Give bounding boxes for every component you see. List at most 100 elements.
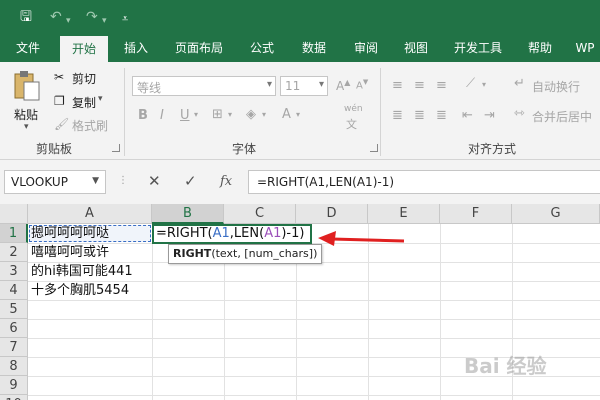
orientation-dropdown-icon[interactable]: ▾: [482, 80, 486, 89]
formula-input[interactable]: =RIGHT(A1,LEN(A1)-1): [248, 170, 600, 194]
select-all-corner[interactable]: [0, 204, 28, 224]
align-top-icon[interactable]: ≡: [392, 78, 403, 93]
tab-view[interactable]: 视图: [394, 34, 438, 62]
customize-icon[interactable]: ⩡: [122, 10, 128, 28]
phonetic-char-icon: 文: [346, 118, 357, 131]
cell-a2[interactable]: 嘻嘻呵呵或许: [28, 243, 109, 262]
group-separator: [380, 68, 381, 156]
undo-dropdown-icon[interactable]: ▾: [66, 12, 71, 30]
paste-button[interactable]: 粘贴 ▾: [10, 70, 44, 134]
row-header-6[interactable]: 6: [0, 319, 28, 338]
shrink-font-icon[interactable]: A▼: [356, 78, 368, 91]
gridline: [28, 300, 600, 301]
name-box-value: VLOOKUP: [11, 175, 68, 189]
row-header-3[interactable]: 3: [0, 262, 28, 281]
border-dropdown-icon[interactable]: ▾: [228, 110, 232, 119]
ribbon: 粘贴 ▾ ✂ 剪切 ❐ 复制 ▾ 🖌 格式刷 剪贴板 等线 ▾ 11 ▾ A▲ …: [0, 62, 600, 160]
tooltip-arguments: (text, [num_chars]): [211, 247, 318, 260]
underline-button[interactable]: U: [180, 108, 190, 123]
enter-button[interactable]: ✓: [184, 172, 197, 190]
column-header-f[interactable]: F: [440, 204, 512, 224]
tooltip-function-name[interactable]: RIGHT: [173, 247, 211, 260]
font-launcher-icon[interactable]: [370, 144, 378, 152]
underline-dropdown-icon[interactable]: ▾: [194, 110, 198, 119]
tab-page-layout[interactable]: 页面布局: [166, 34, 232, 62]
cell-a3[interactable]: 的hi韩国可能441: [28, 262, 133, 281]
bold-button[interactable]: B: [138, 108, 148, 123]
row-header-7[interactable]: 7: [0, 338, 28, 357]
cell-a4[interactable]: 十多个胸肌5454: [28, 281, 129, 300]
border-icon[interactable]: ⊞: [212, 107, 223, 122]
wrap-text-button[interactable]: 自动换行: [532, 78, 580, 95]
row-header-8[interactable]: 8: [0, 357, 28, 376]
tab-data[interactable]: 数据: [292, 34, 336, 62]
more-icon: ⋮: [118, 175, 128, 186]
increase-indent-icon[interactable]: ⇥: [484, 108, 495, 123]
gridline: [28, 395, 600, 396]
insert-function-button[interactable]: fx: [220, 174, 232, 189]
name-box[interactable]: VLOOKUP ▼: [4, 170, 106, 194]
tab-developer[interactable]: 开发工具: [446, 34, 510, 62]
redo-dropdown-icon[interactable]: ▾: [102, 12, 107, 30]
save-icon[interactable]: 🖫: [20, 8, 32, 26]
column-header-c[interactable]: C: [224, 204, 296, 224]
phonetic-icon[interactable]: wén: [344, 104, 363, 114]
chevron-down-icon: ▾: [318, 79, 324, 90]
copy-dropdown-icon[interactable]: ▾: [98, 94, 103, 104]
tab-review[interactable]: 审阅: [344, 34, 388, 62]
wrap-text-icon[interactable]: ↵: [514, 76, 525, 91]
redo-icon[interactable]: ↷: [86, 8, 98, 26]
annotation-arrow: [318, 231, 405, 246]
align-left-icon[interactable]: ≣: [392, 108, 403, 123]
font-size-value: 11: [285, 79, 301, 93]
tab-formulas[interactable]: 公式: [240, 34, 284, 62]
align-right-icon[interactable]: ≣: [436, 108, 447, 123]
align-middle-icon[interactable]: ≡: [414, 78, 425, 93]
font-name-combo[interactable]: 等线 ▾: [132, 76, 276, 96]
italic-button[interactable]: I: [160, 108, 164, 123]
row-header-10[interactable]: 10: [0, 395, 28, 400]
undo-icon[interactable]: ↶: [50, 8, 62, 26]
row-header-1[interactable]: 1: [0, 224, 28, 243]
merge-center-icon[interactable]: ⇿: [514, 106, 525, 121]
chevron-down-icon: ▼: [92, 176, 99, 186]
tab-help[interactable]: 帮助: [518, 34, 562, 62]
font-color-dropdown-icon[interactable]: ▾: [296, 110, 300, 119]
title-bar: 🖫 ↶ ▾ ↷ ▾ ⩡: [0, 0, 600, 34]
function-tooltip[interactable]: RIGHT(text, [num_chars]): [168, 244, 323, 264]
align-center-icon[interactable]: ≣: [414, 108, 425, 123]
column-header-g[interactable]: G: [512, 204, 600, 224]
copy-button[interactable]: 复制: [72, 94, 96, 111]
column-header-d[interactable]: D: [296, 204, 368, 224]
font-color-icon[interactable]: A: [282, 107, 291, 122]
tab-insert[interactable]: 插入: [114, 34, 158, 62]
tab-wps[interactable]: WP: [570, 34, 600, 62]
cell-a1[interactable]: 摁呵呵呵呵哒: [28, 224, 109, 243]
decrease-indent-icon[interactable]: ⇤: [462, 108, 473, 123]
tab-home[interactable]: 开始: [60, 36, 108, 62]
row-header-5[interactable]: 5: [0, 300, 28, 319]
column-header-e[interactable]: E: [368, 204, 440, 224]
formula-part: =RIGHT(: [156, 226, 213, 241]
column-header-b[interactable]: B: [152, 204, 224, 224]
clipboard-launcher-icon[interactable]: [112, 144, 120, 152]
fill-color-icon[interactable]: ◈: [246, 107, 256, 122]
column-header-a[interactable]: A: [28, 204, 152, 224]
align-bottom-icon[interactable]: ≡: [436, 78, 447, 93]
row-header-4[interactable]: 4: [0, 281, 28, 300]
cancel-button[interactable]: ✕: [148, 172, 161, 190]
merge-center-button[interactable]: 合并后居中: [532, 108, 592, 125]
tab-file[interactable]: 文件: [6, 34, 50, 62]
format-painter-button[interactable]: 格式刷: [72, 117, 108, 134]
cut-button[interactable]: 剪切: [72, 70, 96, 87]
cell-b1-edit[interactable]: =RIGHT(A1,LEN(A1)-1): [153, 224, 304, 243]
orientation-icon[interactable]: ⟋: [466, 76, 475, 91]
row-header-2[interactable]: 2: [0, 243, 28, 262]
grow-font-icon[interactable]: A▲: [336, 78, 350, 93]
fill-dropdown-icon[interactable]: ▾: [262, 110, 266, 119]
gridline: [368, 224, 369, 400]
row-header-9[interactable]: 9: [0, 376, 28, 395]
spreadsheet-grid: A B C D E F G 1 2 3 4 5 6 7 8 9 10 摁呵呵呵呵…: [0, 204, 600, 400]
gridline: [28, 319, 600, 320]
font-size-combo[interactable]: 11 ▾: [280, 76, 328, 96]
